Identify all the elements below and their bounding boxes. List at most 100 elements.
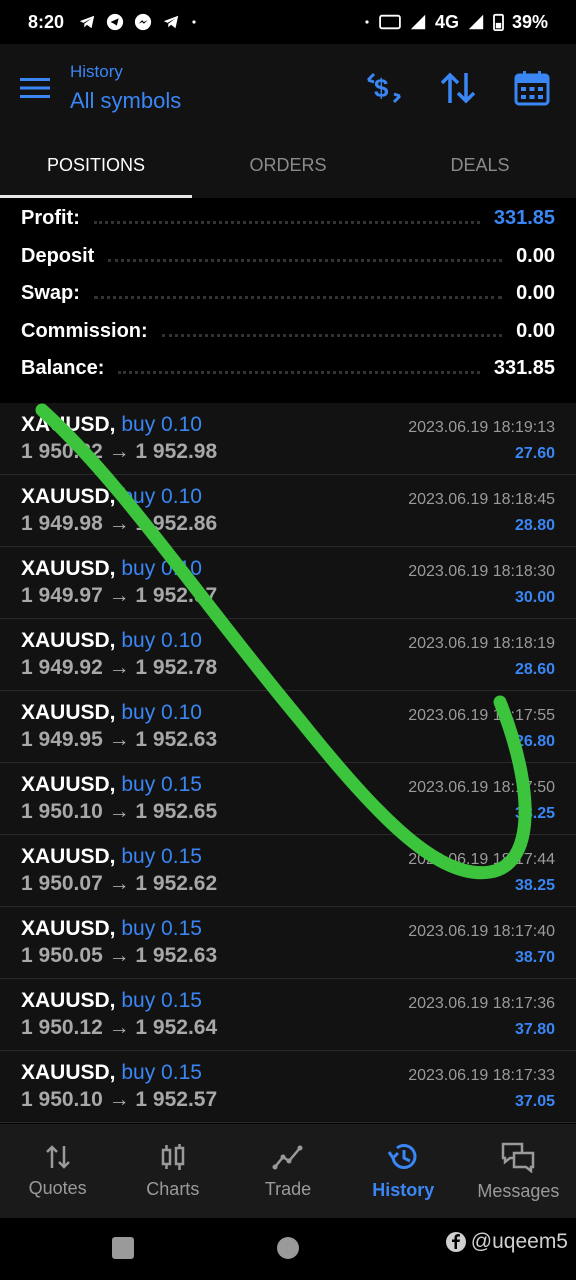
dot-icon [365,20,369,24]
deal-profit: 37.05 [514,1093,555,1110]
recents-button[interactable] [112,1237,134,1259]
signal-icon [410,14,426,30]
telegram-icon [106,13,124,31]
leader-dots [93,221,480,225]
deal-type: buy 0.10 [121,557,202,580]
charts-icon [161,1143,185,1170]
battery-level: 39% [511,11,548,32]
deal-time: 2023.06.19 18:18:19 [408,635,555,652]
calendar-button[interactable] [506,62,558,114]
nav-label: Trade [264,1178,312,1199]
header-subtitle: History [70,62,123,81]
network-type: 4G [434,11,459,32]
deal-symbol: XAUUSD, [21,413,116,436]
header-titles[interactable]: History All symbols [70,62,181,114]
summary-swap: Swap: 0.00 [21,275,555,313]
signal-icon [468,14,484,30]
deal-type: buy 0.10 [121,701,202,724]
list-item[interactable]: XAUUSD, buy 0.15 1 950.10 → 1 952.65 202… [0,763,576,835]
deal-time: 2023.06.19 18:19:13 [408,419,555,436]
deal-prices: 1 949.97 → 1 952.97 [21,584,218,607]
quotes-icon [45,1144,70,1169]
page-title: All symbols [70,88,182,113]
deal-symbol: XAUUSD, [21,773,116,796]
deal-profit: 38.70 [514,949,555,966]
deal-type: buy 0.10 [121,413,202,436]
nav-quotes[interactable]: Quotes [0,1124,115,1218]
symbol-filter-button[interactable]: $ [358,62,410,114]
deal-symbol: XAUUSD, [21,989,116,1012]
telegram-icon [163,15,179,29]
tab-positions[interactable]: POSITIONS [0,132,192,198]
summary-value: 0.00 [516,319,555,342]
deal-time: 2023.06.19 18:17:44 [408,851,555,868]
nav-history[interactable]: History [346,1124,461,1218]
nav-messages[interactable]: Messages [461,1124,576,1218]
deal-profit: 28.60 [514,661,555,678]
dollar-swap-icon: $ [366,72,402,104]
deal-prices: 1 950.32 → 1 952.98 [21,440,218,463]
deal-prices: 1 949.92 → 1 952.78 [21,656,218,679]
list-item[interactable]: XAUUSD, buy 0.10 1 949.98 → 1 952.86 202… [0,475,576,547]
nav-label: Messages [477,1180,560,1201]
watermark-text: @uqeem5 [470,1230,568,1253]
deal-prices: 1 950.10 → 1 952.57 [21,1088,218,1111]
list-item[interactable]: XAUUSD, buy 0.10 1 949.95 → 1 952.63 202… [0,691,576,763]
list-item[interactable]: XAUUSD, buy 0.15 1 950.07 → 1 952.62 202… [0,835,576,907]
summary-value: 331.85 [493,357,555,380]
summary-balance: Balance: 331.85 [21,350,555,388]
summary-value: 331.85 [493,207,555,230]
summary-label: Balance: [21,357,105,380]
deal-type: buy 0.15 [121,1061,202,1084]
deal-time: 2023.06.19 18:18:30 [408,563,555,580]
deal-symbol: XAUUSD, [21,557,116,580]
summary-label: Swap: [21,282,80,305]
hamburger-icon [20,78,50,98]
tab-orders[interactable]: ORDERS [192,132,384,198]
deal-profit: 37.80 [514,1021,555,1038]
summary-profit: Profit: 331.85 [21,200,555,238]
list-item[interactable]: XAUUSD, buy 0.15 1 950.05 → 1 952.63 202… [0,907,576,979]
sort-arrows-icon [440,72,476,104]
leader-dots [93,296,503,300]
summary-deposit: Deposit 0.00 [21,238,555,276]
volte-icon [379,14,401,30]
summary-label: Profit: [21,207,80,230]
status-bar: 8:20 4G 39% [0,0,576,44]
battery-icon [493,13,504,31]
list-item[interactable]: XAUUSD, buy 0.15 1 950.12 → 1 952.64 202… [0,979,576,1051]
trade-icon [272,1145,303,1169]
deal-time: 2023.06.19 18:17:33 [408,1067,555,1084]
nav-charts[interactable]: Charts [115,1124,230,1218]
deal-profit: 38.25 [514,877,555,894]
deal-profit: 30.00 [514,589,555,606]
deal-type: buy 0.15 [121,917,202,940]
sort-button[interactable] [432,62,484,114]
app-bar: History All symbols $ [0,44,576,132]
home-button[interactable] [277,1237,299,1259]
list-item[interactable]: XAUUSD, buy 0.10 1 949.92 → 1 952.78 202… [0,619,576,691]
facebook-icon [445,1232,466,1252]
history-tabs: POSITIONS ORDERS DEALS [0,132,576,198]
deal-profit: 26.80 [514,733,555,750]
deal-prices: 1 950.07 → 1 952.62 [21,872,218,895]
list-item[interactable]: XAUUSD, buy 0.10 1 949.97 → 1 952.97 202… [0,547,576,619]
deal-time: 2023.06.19 18:17:36 [408,995,555,1012]
status-time: 8:20 [28,11,65,32]
deal-symbol: XAUUSD, [21,701,116,724]
telegram-icon [79,15,95,29]
deal-type: buy 0.10 [121,485,202,508]
list-item[interactable]: XAUUSD, buy 0.10 1 950.32 → 1 952.98 202… [0,403,576,475]
deal-prices: 1 950.05 → 1 952.63 [21,944,218,967]
deal-type: buy 0.15 [121,989,202,1012]
nav-trade[interactable]: Trade [230,1124,345,1218]
deal-profit: 27.60 [514,445,555,462]
deal-time: 2023.06.19 18:17:55 [408,707,555,724]
deal-profit: 28.80 [514,517,555,534]
list-item[interactable]: XAUUSD, buy 0.15 1 950.10 → 1 952.57 202… [0,1051,576,1123]
header-actions: $ [358,62,576,114]
deal-prices: 1 949.95 → 1 952.63 [21,728,218,751]
tab-deals[interactable]: DEALS [384,132,576,198]
deal-time: 2023.06.19 18:18:45 [408,491,555,508]
menu-button[interactable] [0,44,70,132]
